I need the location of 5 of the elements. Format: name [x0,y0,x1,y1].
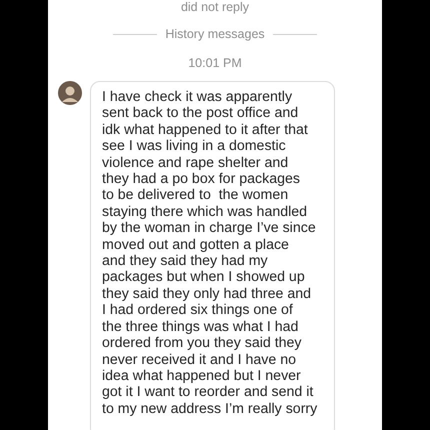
status-note: did not reply [180,0,250,14]
history-divider-label: History messages [165,27,265,41]
message-timestamp: 10:01 PM [187,56,243,70]
message-bubble: I have check it was apparently sent back to the post office and idk what happened to it after that see I was living in a domestic violence and rape shelter and they had a po box for packages to be delivered to the women staying there which was handled by the woman in charge I’ve since moved out and gotten a place and they said they had my packages but when I showed up they said they only had three and I had ordered six things one of the three things was what I had ordered from you they said they never received it and I have no idea what happened but I never got it I want to reorder and send it to my new address I’m really sorry [90,81,335,430]
avatar-icon [58,81,82,105]
